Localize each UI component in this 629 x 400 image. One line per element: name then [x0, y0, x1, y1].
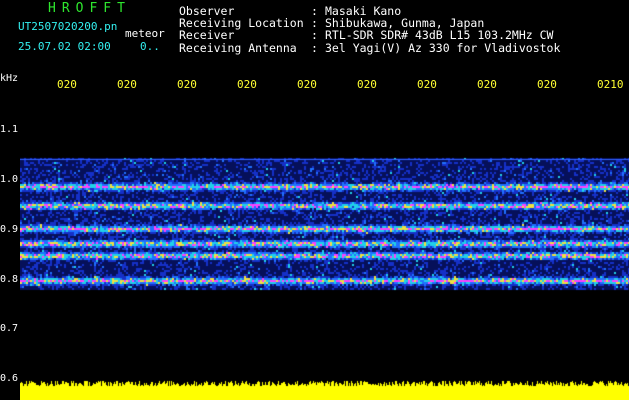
- info-separator: :: [311, 28, 318, 43]
- time-tick-label: 020: [57, 78, 77, 91]
- time-tick-label: 020: [417, 78, 437, 91]
- info-row-receiver: Receiver : RTL-SDR SDR# 43dB L15 103.2MH…: [179, 29, 560, 41]
- y-tick-label: 0.9: [0, 224, 19, 235]
- info-value: RTL-SDR SDR# 43dB L15 103.2MHz CW: [325, 28, 554, 43]
- header-left: HROFFT UT2507020200.pn meteor 25.07.02 0…: [0, 0, 170, 70]
- time-tick-label: 020: [117, 78, 137, 91]
- y-tick-label: 1.1: [0, 124, 19, 135]
- time-tick-label: 020: [477, 78, 497, 91]
- info-key: Receiver: [179, 28, 235, 43]
- time-tick-label: 0210: [597, 78, 624, 91]
- y-axis-unit: kHz: [0, 73, 19, 84]
- time-tick-label: 020: [177, 78, 197, 91]
- meteor-label: meteor: [125, 27, 165, 40]
- app-logo: HROFFT: [48, 1, 131, 16]
- file-name: UT2507020200.pn: [18, 20, 118, 33]
- time-tick-label: 020: [537, 78, 557, 91]
- y-tick-label: 0.8: [0, 274, 19, 285]
- datetime-label: 25.07.02 02:00: [18, 40, 111, 53]
- y-tick-label: 1.0: [0, 174, 19, 185]
- info-row-antenna: Receiving Antenna : 3el Yagi(V) Az 330 f…: [179, 40, 561, 55]
- y-tick-label: 0.6: [0, 373, 19, 384]
- time-tick-label: 020: [237, 78, 257, 91]
- datetime-extra: 0..: [140, 40, 160, 53]
- spectrogram-plot: [20, 95, 629, 400]
- time-tick-label: 020: [297, 78, 317, 91]
- info-separator: :: [311, 40, 318, 55]
- y-tick-label: 0.7: [0, 323, 19, 334]
- info-value: 3el Yagi(V) Az 330 for Vladivostok: [325, 40, 561, 55]
- station-info: Observer : Masaki Kano Receiving Locatio…: [179, 5, 560, 54]
- info-key: Receiving Antenna: [179, 40, 297, 55]
- time-tick-label: 020: [357, 78, 377, 91]
